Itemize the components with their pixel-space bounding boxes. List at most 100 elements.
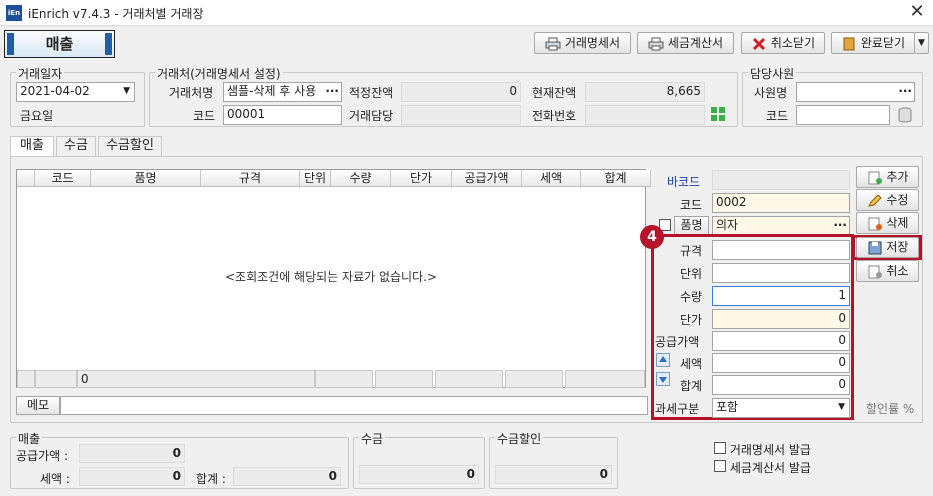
total-field[interactable]: 0	[712, 375, 850, 395]
issue-tax-invoice-label: 세금계산서 발급	[729, 461, 811, 475]
printer-icon	[648, 37, 664, 50]
sub-tabs: 매출 수금 수금할인	[10, 136, 650, 157]
issue-statement-option[interactable]: 거래명세서 발급	[714, 441, 811, 458]
summary-total-label: 합계 :	[196, 472, 226, 486]
phone-label: 전화번호	[532, 109, 577, 123]
issue-tax-invoice-option[interactable]: 세금계산서 발급	[714, 459, 811, 476]
grid-col-qty[interactable]: 수량	[331, 170, 391, 187]
more-icon[interactable]: ···	[898, 83, 912, 100]
qty-field[interactable]: 1	[712, 286, 850, 306]
grid-col-spec[interactable]: 규격	[201, 170, 300, 187]
staff-name-field[interactable]: ···	[796, 82, 915, 102]
grid-icon[interactable]	[710, 106, 726, 122]
edit-button[interactable]: 수정	[856, 189, 919, 211]
issue-statement-checkbox[interactable]	[714, 442, 726, 454]
grid-footer-cell	[565, 370, 645, 388]
date-picker[interactable]: 2021-04-02 ▼	[16, 82, 135, 102]
grid-col-unit[interactable]: 단위	[300, 170, 331, 187]
statement-button[interactable]: 거래명세서	[534, 32, 631, 54]
more-icon[interactable]: ···	[833, 217, 847, 234]
delete-button-label: 삭제	[886, 216, 909, 230]
proper-balance-label: 적정잔액	[349, 86, 394, 100]
supply-label: 공급가액	[655, 335, 700, 349]
tab-collection[interactable]: 수금	[56, 136, 96, 156]
cancel-button-label: 취소	[886, 264, 909, 278]
spec-field[interactable]	[712, 240, 850, 260]
client-code-label: 코드	[193, 109, 216, 123]
grid-footer-cell	[35, 370, 77, 388]
title-bar: iEn iEnrich v7.4.3 - 거래처별 거래장 ✕	[0, 0, 933, 26]
supply-field[interactable]: 0	[712, 331, 850, 351]
database-icon[interactable]	[896, 106, 914, 124]
arrow-down-icon[interactable]	[656, 372, 670, 386]
save-button-label: 저장	[886, 240, 909, 254]
grid-col-item[interactable]: 품명	[91, 170, 201, 187]
done-close-dropdown[interactable]: ▼	[914, 32, 929, 54]
main-tab-sales[interactable]: 매출	[4, 30, 115, 58]
date-group-label: 거래일자	[16, 65, 65, 82]
cancel-button[interactable]: 취소	[856, 260, 919, 282]
price-label: 단가	[680, 313, 703, 327]
barcode-field	[712, 170, 850, 190]
tab-sales-label: 매출	[20, 138, 44, 153]
form-code-field[interactable]: 0002	[712, 193, 850, 213]
spec-label: 규격	[680, 244, 703, 258]
printer-icon	[545, 37, 561, 50]
tab-left-bar	[7, 33, 14, 55]
cancel-close-button[interactable]: 취소닫기	[741, 32, 825, 54]
client-code-field[interactable]: 00001	[223, 105, 342, 125]
client-name-field[interactable]: 샘플-삭제 후 사용 ···	[223, 82, 342, 102]
done-close-button[interactable]: 완료닫기	[831, 32, 915, 54]
issue-tax-invoice-checkbox[interactable]	[714, 460, 726, 472]
total-label: 합계	[680, 379, 703, 393]
grid-col-tax[interactable]: 세액	[522, 170, 581, 187]
arrow-up-icon[interactable]	[656, 353, 670, 367]
more-icon[interactable]: ···	[323, 83, 339, 100]
collection-summary-label: 수금	[359, 430, 386, 447]
staff-group-label: 담당사원	[748, 65, 797, 82]
item-name-value: 의자	[716, 218, 739, 232]
manager-label: 거래담당	[349, 109, 394, 123]
done-close-label: 완료닫기	[860, 36, 905, 50]
date-value: 2021-04-02	[20, 84, 90, 98]
memo-input[interactable]	[60, 396, 648, 415]
price-field[interactable]: 0	[712, 309, 850, 329]
chevron-down-icon: ▼	[123, 86, 130, 96]
tab-sales[interactable]: 매출	[10, 136, 54, 157]
tax-invoice-button[interactable]: 세금계산서	[637, 32, 734, 54]
item-grid[interactable]: 코드 품명 규격 단위 수량 단가 공급가액 세액 합계 <조회조건에 해당되는…	[16, 169, 651, 388]
taxtype-select[interactable]: 포함 ▼	[712, 398, 850, 418]
grid-col-code[interactable]: 코드	[35, 170, 91, 187]
cancel-close-label: 취소닫기	[770, 36, 815, 50]
add-button[interactable]: 추가	[856, 166, 919, 188]
tab-collection-label: 수금	[64, 138, 88, 153]
tab-collection-discount[interactable]: 수금할인	[98, 136, 162, 156]
manager-field	[401, 105, 521, 125]
grid-footer-corner	[17, 370, 35, 388]
annotation-badge: 4	[640, 225, 664, 249]
item-name-field[interactable]: 의자 ···	[712, 216, 850, 236]
memo-label: 메모	[16, 396, 60, 415]
client-group-label: 거래처(거래명세서 설정)	[155, 65, 283, 82]
staff-code-field[interactable]	[796, 105, 890, 125]
grid-footer-cell	[315, 370, 373, 388]
delete-button[interactable]: 삭제	[856, 212, 919, 234]
phone-field	[585, 105, 705, 125]
item-name-button[interactable]: 품명	[674, 216, 709, 235]
cancel-icon	[868, 265, 882, 278]
staff-code-label: 코드	[766, 109, 789, 123]
tab-right-bar	[105, 33, 112, 55]
grid-col-price[interactable]: 단가	[391, 170, 452, 187]
save-button[interactable]: 저장	[856, 237, 919, 258]
discount-rate-label: 할인률 %	[866, 402, 915, 416]
main-tab-label: 매출	[45, 35, 74, 53]
close-window-button[interactable]: ✕	[904, 1, 930, 23]
taxtype-label: 과세구분	[655, 402, 700, 416]
grid-col-supply[interactable]: 공급가액	[452, 170, 522, 187]
grid-col-total[interactable]: 합계	[581, 170, 651, 187]
staff-name-label: 사원명	[754, 86, 788, 100]
unit-field[interactable]	[712, 263, 850, 283]
taxtype-value: 포함	[716, 400, 739, 414]
tax-field[interactable]: 0	[712, 353, 850, 373]
current-balance-field: 8,665	[585, 82, 705, 102]
